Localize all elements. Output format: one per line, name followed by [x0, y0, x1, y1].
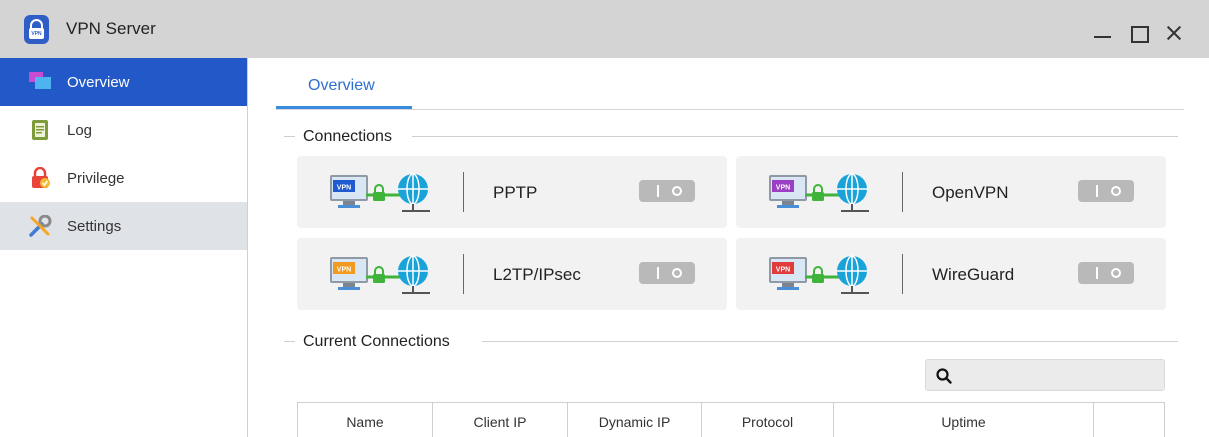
tab-divider: [276, 109, 1184, 110]
search-icon: [936, 368, 952, 384]
minimize-button[interactable]: [1092, 22, 1114, 44]
openvpn-toggle[interactable]: [1078, 180, 1134, 202]
protocol-label: PPTP: [493, 183, 538, 202]
sidebar-item-log[interactable]: Log: [0, 106, 247, 154]
section-line: [482, 341, 1178, 342]
window-title: VPN Server: [66, 19, 156, 38]
vpn-network-icon: VPN: [769, 255, 869, 294]
privilege-icon: [32, 167, 50, 188]
vpn-network-icon: VPN: [330, 173, 430, 212]
sidebar-item-privilege[interactable]: Privilege: [0, 154, 247, 202]
connections-table: Name Client IP Dynamic IP Protocol Uptim…: [297, 402, 1165, 437]
column-header-protocol[interactable]: Protocol: [702, 403, 834, 437]
maximize-button[interactable]: [1127, 22, 1149, 44]
connection-card-wireguard: VPN WireGuard: [736, 238, 1166, 310]
svg-text:VPN: VPN: [337, 267, 351, 274]
vpn-network-icon: VPN: [769, 173, 869, 212]
sidebar-item-settings[interactable]: Settings: [0, 202, 247, 250]
tab-label: Overview: [308, 77, 375, 94]
vpn-network-icon: VPN: [330, 255, 430, 294]
card-divider: [902, 254, 903, 294]
tab-overview[interactable]: Overview: [276, 60, 412, 108]
card-divider: [463, 172, 464, 212]
l2tp-toggle[interactable]: [639, 262, 695, 284]
card-divider: [902, 172, 903, 212]
pptp-toggle[interactable]: [639, 180, 695, 202]
column-header-name[interactable]: Name: [298, 403, 433, 437]
current-connections-title: Current Connections: [303, 333, 450, 350]
connection-card-openvpn: VPN OpenVPN: [736, 156, 1166, 228]
connections-title: Connections: [303, 128, 392, 145]
sidebar-item-label: Privilege: [67, 170, 125, 187]
card-divider: [463, 254, 464, 294]
sidebar-item-overview[interactable]: Overview: [0, 58, 247, 106]
connection-card-pptp: VPN PPTP: [297, 156, 727, 228]
log-icon: [32, 120, 48, 140]
protocol-label: OpenVPN: [932, 183, 1009, 202]
section-line: [284, 341, 295, 342]
overview-icon: [29, 72, 51, 89]
wireguard-toggle[interactable]: [1078, 262, 1134, 284]
protocol-label: WireGuard: [932, 265, 1015, 284]
sidebar-item-label: Log: [67, 122, 93, 139]
settings-icon: [29, 215, 52, 237]
app-icon-text: VPN: [31, 31, 42, 37]
search-box[interactable]: [925, 359, 1165, 391]
sidebar-item-label: Overview: [67, 74, 130, 91]
column-header-actions: [1094, 403, 1164, 437]
column-header-uptime[interactable]: Uptime: [834, 403, 1094, 437]
section-line: [412, 136, 1178, 137]
connection-card-l2tp: VPN L2TP/IPsec: [297, 238, 727, 310]
title-bar: VPN VPN Server: [0, 0, 1209, 58]
svg-text:VPN: VPN: [776, 185, 790, 192]
svg-text:VPN: VPN: [337, 185, 351, 192]
search-input[interactable]: [960, 364, 1160, 386]
close-button[interactable]: [1163, 22, 1185, 44]
vpn-lock-icon: VPN: [24, 15, 49, 44]
column-header-client-ip[interactable]: Client IP: [433, 403, 568, 437]
column-header-dynamic-ip[interactable]: Dynamic IP: [568, 403, 702, 437]
sidebar: Overview Log Privilege Settings: [0, 58, 248, 437]
protocol-label: L2TP/IPsec: [493, 265, 581, 284]
svg-text:VPN: VPN: [776, 267, 790, 274]
sidebar-item-label: Settings: [67, 218, 122, 235]
section-line: [284, 136, 295, 137]
